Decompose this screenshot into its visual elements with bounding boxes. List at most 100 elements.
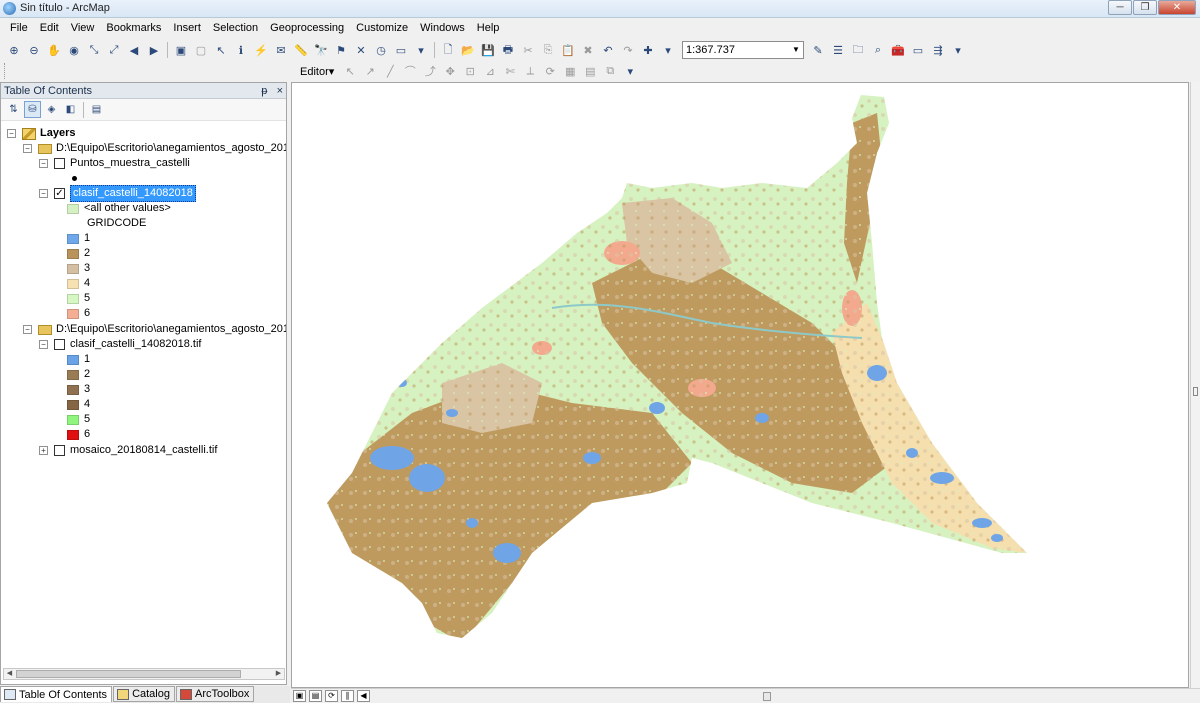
delete-icon[interactable]: ✖ (579, 41, 597, 59)
toolbar-grip[interactable] (4, 63, 7, 79)
folder-row-1[interactable]: − D:\Equipo\Escritorio\anegamientos_agos… (23, 141, 286, 156)
menu-windows[interactable]: Windows (414, 18, 471, 38)
open-icon[interactable]: 📂 (459, 41, 477, 59)
menu-help[interactable]: Help (471, 18, 506, 38)
scrollbar-grip[interactable] (1193, 387, 1198, 396)
model-builder-icon[interactable]: ⇶ (929, 41, 947, 59)
end-point-arc-icon[interactable]: ⌒ (401, 62, 419, 80)
layer-row-puntos[interactable]: − Puntos_muestra_castelli (39, 156, 190, 171)
point-icon[interactable]: ✥ (441, 62, 459, 80)
scrollbar-grip[interactable] (763, 692, 771, 701)
collapse-icon[interactable]: − (7, 129, 16, 138)
clear-selection-icon[interactable]: ▢ (192, 41, 210, 59)
cut-icon[interactable]: ✂ (519, 41, 537, 59)
catalog-icon[interactable]: 🗀 (849, 41, 867, 59)
layers-row[interactable]: − Layers (7, 126, 75, 141)
fixed-zoom-in-icon[interactable]: ⤡ (85, 41, 103, 59)
pin-icon[interactable]: ᵽ (261, 85, 267, 97)
new-document-icon[interactable]: 🗋 (439, 41, 457, 59)
goto-xy-icon[interactable]: ✕ (352, 41, 370, 59)
arctoolbox-icon[interactable]: 🧰 (889, 41, 907, 59)
expand-icon[interactable]: + (39, 446, 48, 455)
edit-vertices-icon[interactable]: ⊡ (461, 62, 479, 80)
pan-icon[interactable]: ✋ (45, 41, 63, 59)
folder-row-2[interactable]: − D:\Equipo\Escritorio\anegamientos_agos… (23, 322, 286, 337)
zoom-out-icon[interactable]: ⊖ (25, 41, 43, 59)
map-scale-dropdown[interactable]: 1:367.737 ▼ (682, 41, 804, 59)
layer-row-clasif[interactable]: − ✓ clasif_castelli_14082018 (39, 185, 196, 202)
editor-toolbar-icon[interactable]: ✎ (809, 41, 827, 59)
collapse-icon[interactable]: − (23, 325, 32, 334)
add-data-dropdown-icon[interactable]: ▾ (659, 41, 677, 59)
full-extent-icon[interactable]: ◉ (65, 41, 83, 59)
menu-insert[interactable]: Insert (167, 18, 207, 38)
straight-segment-icon[interactable]: ╱ (381, 62, 399, 80)
data-view-icon[interactable]: ▣ (293, 690, 306, 702)
tab-arctoolbox[interactable]: ArcToolbox (175, 686, 255, 702)
toolbar-options-icon[interactable]: ▾ (621, 62, 639, 80)
close-button[interactable]: ✕ (1158, 0, 1196, 15)
layer-visibility-checkbox[interactable] (54, 445, 65, 456)
add-data-icon[interactable]: ✚ (639, 41, 657, 59)
html-popup-icon[interactable]: ✉ (272, 41, 290, 59)
menu-edit[interactable]: Edit (34, 18, 65, 38)
cut-polygons-icon[interactable]: ✄ (501, 62, 519, 80)
layer-visibility-checkbox[interactable] (54, 339, 65, 350)
find-route-icon[interactable]: ⚑ (332, 41, 350, 59)
undo-icon[interactable]: ↶ (599, 41, 617, 59)
create-features-icon[interactable]: ⧉ (601, 62, 619, 80)
layer-row-tif[interactable]: − clasif_castelli_14082018.tif (39, 337, 201, 352)
collapse-icon[interactable]: − (23, 144, 32, 153)
reshape-icon[interactable]: ⊿ (481, 62, 499, 80)
refresh-icon[interactable]: ⟳ (325, 690, 338, 702)
close-icon[interactable]: × (277, 85, 283, 97)
tab-catalog[interactable]: Catalog (113, 686, 175, 702)
scroll-left-icon[interactable]: ◀ (4, 669, 15, 679)
layer-row-mosaico[interactable]: + mosaico_20180814_castelli.tif (39, 443, 217, 458)
toc-options-icon[interactable]: ▤ (88, 101, 105, 118)
forward-extent-icon[interactable]: ▶ (145, 41, 163, 59)
menu-selection[interactable]: Selection (207, 18, 264, 38)
python-window-icon[interactable]: ▭ (909, 41, 927, 59)
menu-geoprocessing[interactable]: Geoprocessing (264, 18, 350, 38)
rotate-icon[interactable]: ⟳ (541, 62, 559, 80)
measure-icon[interactable]: 📏 (292, 41, 310, 59)
create-viewer-icon[interactable]: ▭ (392, 41, 410, 59)
identify-icon[interactable]: ℹ (232, 41, 250, 59)
minimize-button[interactable]: ─ (1108, 0, 1132, 15)
map-view[interactable] (291, 82, 1189, 688)
zoom-in-icon[interactable]: ⊕ (5, 41, 23, 59)
collapse-icon[interactable]: − (39, 159, 48, 168)
toolbar-options-icon[interactable]: ▾ (949, 41, 967, 59)
menu-bookmarks[interactable]: Bookmarks (100, 18, 167, 38)
back-extent-icon[interactable]: ◀ (125, 41, 143, 59)
split-icon[interactable]: ⟂ (521, 62, 539, 80)
list-by-selection-icon[interactable]: ◧ (62, 101, 79, 118)
search-window-icon[interactable]: ⌕ (869, 41, 887, 59)
edit-annotation-icon[interactable]: ↗ (361, 62, 379, 80)
attributes-icon[interactable]: ▦ (561, 62, 579, 80)
fixed-zoom-out-icon[interactable]: ⤢ (105, 41, 123, 59)
menu-customize[interactable]: Customize (350, 18, 414, 38)
table-of-contents-icon[interactable]: ☰ (829, 41, 847, 59)
scrollbar-thumb[interactable] (16, 670, 241, 678)
editor-menu[interactable]: Editor▾ (300, 65, 334, 78)
layout-view-icon[interactable]: ▤ (309, 690, 322, 702)
toc-horizontal-scrollbar[interactable]: ◀ ▶ (3, 668, 285, 680)
select-elements-icon[interactable]: ↖ (212, 41, 230, 59)
collapse-icon[interactable]: − (39, 340, 48, 349)
layer-visibility-checkbox[interactable]: ✓ (54, 188, 65, 199)
menu-file[interactable]: File (4, 18, 34, 38)
redo-icon[interactable]: ↷ (619, 41, 637, 59)
edit-tool-icon[interactable]: ↖ (341, 62, 359, 80)
more-tools-icon[interactable]: ▾ (412, 41, 430, 59)
collapse-icon[interactable]: − (39, 189, 48, 198)
sketch-properties-icon[interactable]: ▤ (581, 62, 599, 80)
list-by-visibility-icon[interactable]: ◈ (43, 101, 60, 118)
maximize-button[interactable]: ❐ (1133, 0, 1157, 15)
menu-view[interactable]: View (65, 18, 101, 38)
pause-drawing-icon[interactable]: ∥ (341, 690, 354, 702)
map-vertical-scrollbar[interactable] (1190, 82, 1200, 688)
layer-visibility-checkbox[interactable] (54, 158, 65, 169)
trace-icon[interactable]: ⤴ (421, 62, 439, 80)
